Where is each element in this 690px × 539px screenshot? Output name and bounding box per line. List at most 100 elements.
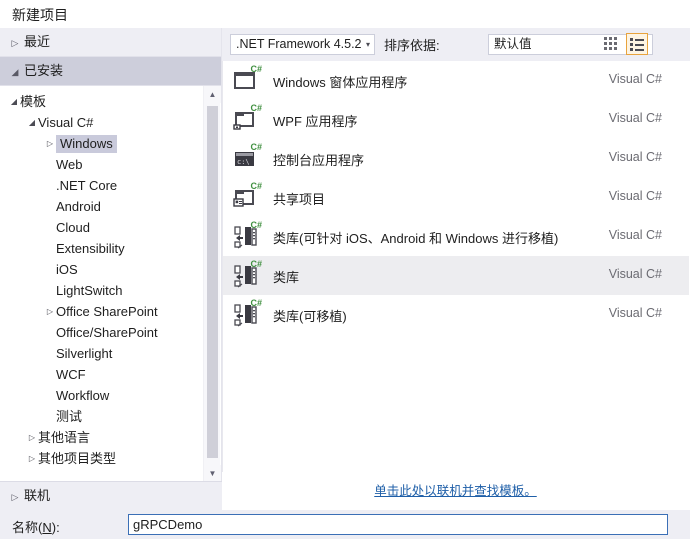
template-row[interactable]: C# 类库(可针对 iOS、Android 和 Windows 进行移植) Visu… [223,217,689,256]
tree-item-ios[interactable]: iOS [0,258,200,279]
shared-project-icon: C# [233,181,262,212]
tree-item-label: .NET Core [56,178,118,194]
chevron-down-icon: ◢ [10,97,18,107]
group-header-online-label: 联机 [24,488,51,503]
tree-item-label: WCF [56,367,86,383]
chevron-down-icon: ◢ [11,67,19,77]
tree-item-[interactable]: 测试 [0,405,200,426]
tree-item-office-sharepoint[interactable]: ▷ Office SharePoint [0,300,200,321]
dialog-titlebar: 新建项目 [0,0,690,28]
chevron-right-icon: ▷ [46,307,54,317]
chevron-right-icon: ▷ [28,454,36,464]
list-view-icon[interactable] [626,33,648,55]
template-name: 共享项目 [273,192,326,207]
templates-panel: .NET Framework 4.5.2 ▾ 排序依据: 默认值 ▾ [222,28,690,510]
chevron-right-icon: ▷ [11,38,19,48]
group-header-recent-label: 最近 [24,34,51,49]
template-name: 类库(可移植) [273,309,347,324]
class-library-icon: C# [233,259,262,290]
tree-item-label: Silverlight [56,346,113,362]
tree-item-[interactable]: ▷ 其他项目类型 [0,447,200,468]
tree-item-office-sharepoint[interactable]: Office/SharePoint [0,321,200,342]
tree-item-[interactable]: ◢ 模板 [0,90,200,111]
template-row[interactable]: C# WPF 应用程序 Visual C# [223,100,689,139]
category-tree: ◢ 模板 ◢ Visual C# ▷ Windows Web .NET Core Android… [0,86,221,482]
category-tree-scrollbar[interactable]: ▲ ▼ [203,86,221,482]
tree-item-label: iOS [56,262,78,278]
template-name: 控制台应用程序 [273,153,365,168]
group-header-online[interactable]: ▷ 联机 [0,481,231,510]
template-icon-wrapper: c:\ C# [233,143,262,173]
group-header-installed[interactable]: ◢ 已安装 [0,56,221,86]
tree-item-label: Windows [56,135,117,154]
tree-item-windows[interactable]: ▷ Windows [0,132,200,154]
framework-version-value: .NET Framework 4.5.2 [236,37,362,51]
tree-item-[interactable]: ▷ 其他语言 [0,426,200,447]
csharp-badge-icon: C# [250,259,262,269]
tree-item-android[interactable]: Android [0,195,200,216]
dialog-footer: 名称(N): [0,510,690,539]
tree-item-label: Workflow [56,388,110,404]
tree-item-silverlight[interactable]: Silverlight [0,342,200,363]
tree-item-cloud[interactable]: Cloud [0,216,200,237]
tree-item-lightswitch[interactable]: LightSwitch [0,279,200,300]
templates-toolbar: .NET Framework 4.5.2 ▾ 排序依据: 默认值 ▾ [222,28,690,61]
scroll-up-icon[interactable]: ▲ [204,86,221,103]
sort-by-label: 排序依据: [384,38,440,53]
csharp-badge-icon: C# [250,103,262,113]
tree-item-label: LightSwitch [56,283,123,299]
chevron-right-icon: ▷ [46,139,54,149]
tree-item-label: 其他语言 [38,430,91,446]
csharp-badge-icon: C# [250,64,262,74]
template-language: Visual C# [608,150,662,164]
template-language: Visual C# [608,306,662,320]
template-icon-wrapper: C# [233,103,262,134]
grid-view-icon[interactable] [600,33,622,55]
scrollbar-thumb[interactable] [207,106,218,458]
tree-item-web[interactable]: Web [0,153,200,174]
template-row[interactable]: C# Windows 窗体应用程序 Visual C# [223,61,689,100]
group-header-installed-label: 已安装 [24,63,64,78]
chevron-down-icon: ◢ [28,118,36,128]
tree-item-workflow[interactable]: Workflow [0,384,200,405]
template-language: Visual C# [608,228,662,242]
chevron-right-icon: ▷ [28,433,36,443]
framework-version-dropdown[interactable]: .NET Framework 4.5.2 ▾ [230,34,375,55]
csharp-badge-icon: C# [250,220,262,230]
template-row[interactable]: c:\ C# 控制台应用程序 Visual C# [223,139,689,178]
svg-text:c:\: c:\ [237,158,250,166]
template-row[interactable]: C# 类库(可移植) Visual C# [223,295,689,334]
group-header-recent[interactable]: ▷ 最近 [0,28,221,56]
portable-library-icon: C# [233,298,262,329]
new-project-dialog: 新建项目 ▷ 最近 ◢ 已安装 ◢ 模板 ◢ Visual C# ▷ Windows Web .N… [0,0,690,539]
chevron-right-icon: ▷ [11,492,19,502]
tree-item-label: Android [56,199,101,215]
template-name: 类库 [273,270,300,285]
csharp-badge-icon: C# [250,181,262,191]
template-language: Visual C# [608,111,662,125]
scroll-down-icon[interactable]: ▼ [204,465,221,482]
chevron-down-icon: ▾ [365,40,370,49]
online-templates-link[interactable]: 单击此处以联机并查找模板。 [374,484,537,498]
tree-item-extensibility[interactable]: Extensibility [0,237,200,258]
winforms-icon: C# [233,64,262,95]
csharp-badge-icon: C# [250,298,262,308]
tree-item-label: Web [56,157,83,173]
template-row[interactable]: C# 类库 Visual C# [223,256,689,295]
tree-item-net-core[interactable]: .NET Core [0,174,200,195]
page-title: 新建项目 [12,7,68,23]
template-row[interactable]: C# 共享项目 Visual C# [223,178,689,217]
tree-item-visual-c[interactable]: ◢ Visual C# [0,111,200,132]
categories-panel: ▷ 最近 ◢ 已安装 ◢ 模板 ◢ Visual C# ▷ Windows Web .NET Co… [0,28,231,510]
tree-item-wcf[interactable]: WCF [0,363,200,384]
template-name: 类库(可针对 iOS、Android 和 Windows 进行移植) [273,231,559,246]
sort-by-value: 默认值 [494,37,532,51]
template-icon-wrapper: C# [233,64,262,95]
project-name-input[interactable] [128,514,668,535]
template-name: WPF 应用程序 [273,114,358,129]
template-name: Windows 窗体应用程序 [273,75,408,90]
template-icon-wrapper: C# [233,181,262,212]
tree-item-label: Office SharePoint [56,304,158,320]
console-icon: c:\ C# [233,143,262,173]
tree-item-label: 模板 [20,94,47,110]
